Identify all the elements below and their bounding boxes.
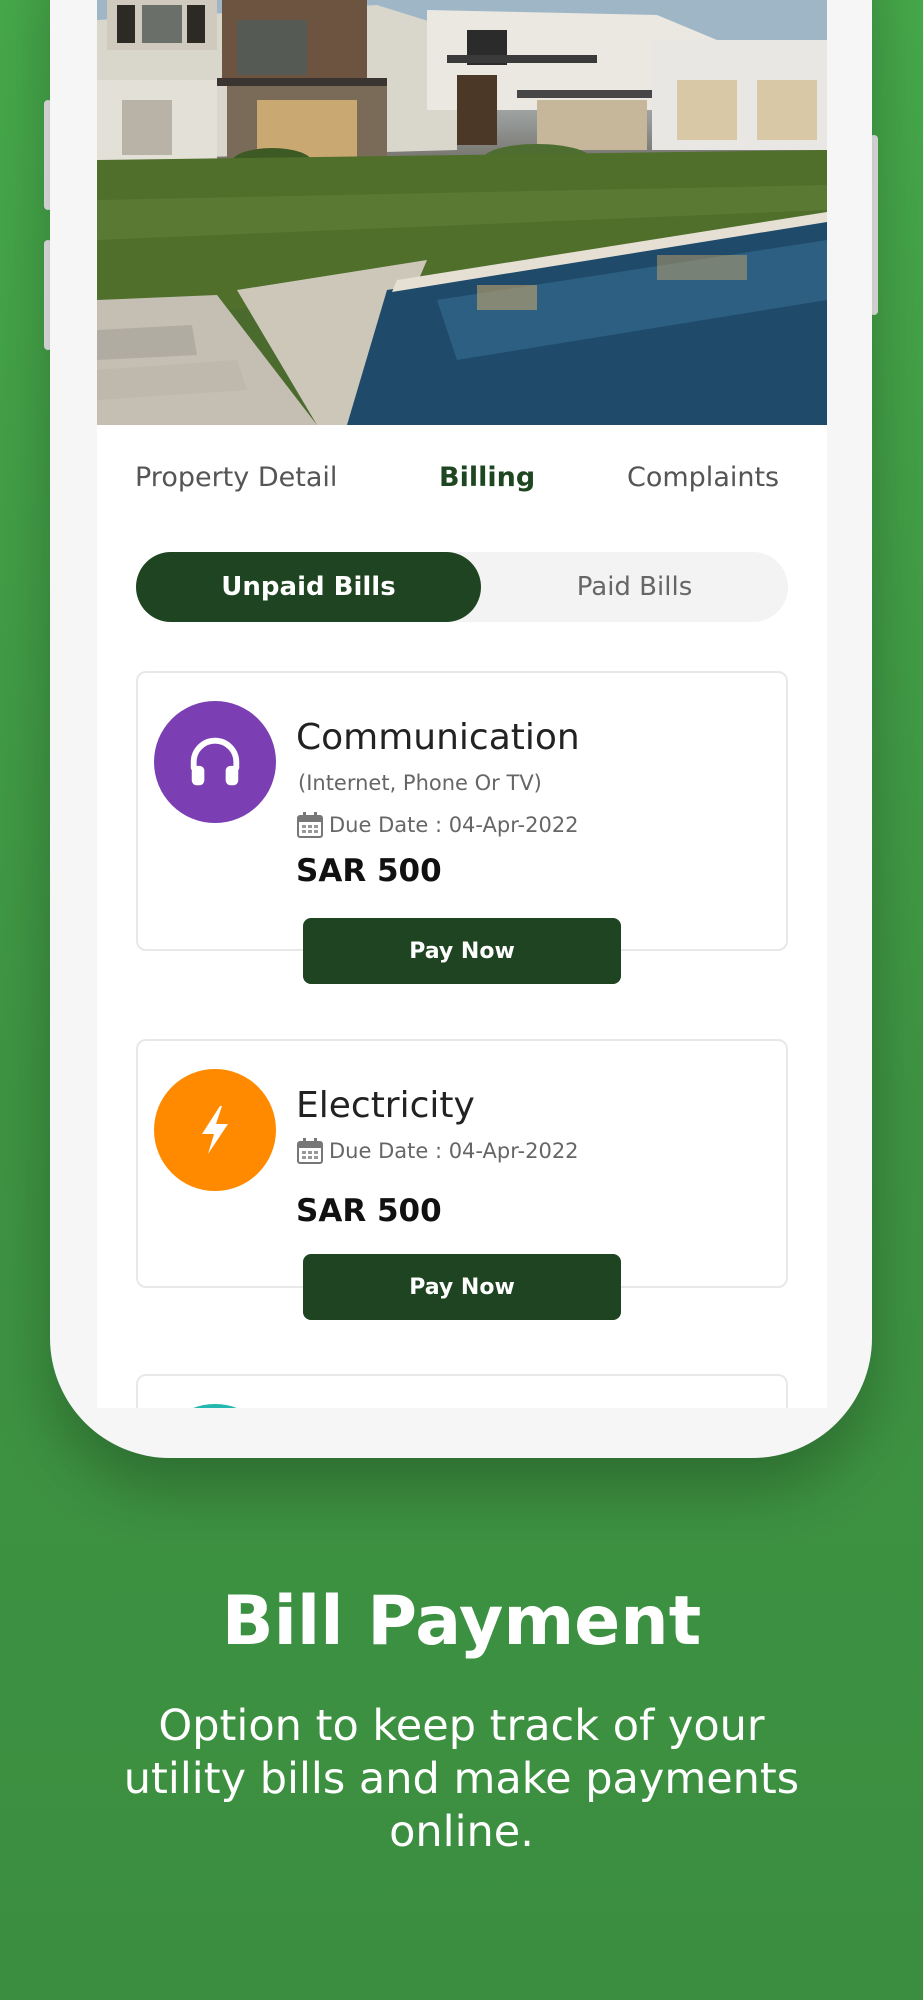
bill-due-date: Due Date : 04-Apr-2022 <box>296 1137 579 1165</box>
bill-amount: SAR 500 <box>296 1193 442 1229</box>
bill-title: Electricity <box>296 1085 475 1126</box>
promo-headline: Bill Payment <box>221 1582 702 1661</box>
headphones-icon <box>190 737 240 786</box>
bill-icon-circle <box>154 1069 276 1191</box>
bill-title: Communication <box>296 717 580 758</box>
bill-icon-circle <box>154 701 276 823</box>
bill-card: Communication (Internet, Phone Or TV) Du… <box>136 671 788 951</box>
bill-subtitle: (Internet, Phone Or TV) <box>298 771 542 795</box>
due-date-text: Due Date : 04-Apr-2022 <box>329 813 579 837</box>
paid-bills-button[interactable]: Paid Bills <box>481 552 788 622</box>
property-illustration <box>97 0 827 425</box>
tab-complaints[interactable]: Complaints <box>627 462 779 493</box>
tab-billing[interactable]: Billing <box>439 462 535 493</box>
app-screen: Property Detail Billing Complaints Unpai… <box>97 0 827 1408</box>
property-image <box>97 0 827 425</box>
due-date-text: Due Date : 04-Apr-2022 <box>329 1139 579 1163</box>
bill-due-date: Due Date : 04-Apr-2022 <box>296 811 579 839</box>
tab-property-detail[interactable]: Property Detail <box>135 462 337 493</box>
lightning-icon <box>202 1106 228 1154</box>
bill-card <box>136 1374 788 1408</box>
unpaid-bills-button[interactable]: Unpaid Bills <box>136 552 481 622</box>
promo-description: Option to keep track of your utility bil… <box>123 1701 800 1857</box>
calendar-icon <box>297 812 323 838</box>
pay-now-button[interactable]: Pay Now <box>303 1254 621 1320</box>
bill-amount: SAR 500 <box>296 853 442 889</box>
pay-now-button[interactable]: Pay Now <box>303 918 621 984</box>
property-tabs: Property Detail Billing Complaints <box>97 462 827 512</box>
calendar-icon <box>297 1138 323 1164</box>
bill-status-toggle: Unpaid Bills Paid Bills <box>136 552 788 622</box>
bill-card: Electricity Due Date : 04-Apr-2022 SAR 5… <box>136 1039 788 1288</box>
bill-icon-circle <box>154 1404 276 1408</box>
